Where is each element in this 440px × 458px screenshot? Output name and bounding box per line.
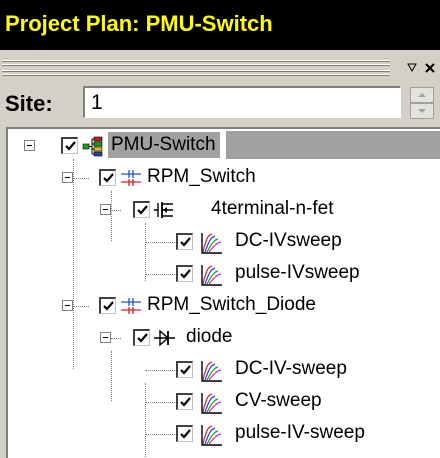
site-spinner[interactable] (410, 87, 434, 119)
nfet-transistor-icon (154, 202, 173, 218)
tree-item-label[interactable]: RPM_Switch (147, 166, 256, 188)
spinner-down-icon[interactable] (410, 103, 434, 119)
site-label: Site: (5, 91, 53, 116)
tree-item-label[interactable]: RPM_Switch_Diode (147, 294, 316, 316)
window-title: Project Plan: PMU-Switch (5, 11, 273, 36)
tree-item-diode[interactable]: diode (8, 323, 440, 355)
collapse-icon[interactable] (100, 332, 111, 343)
tree-connector (111, 210, 121, 212)
grip-line (2, 65, 390, 66)
iv-curve-icon (201, 393, 222, 414)
close-icon[interactable] (422, 60, 438, 76)
collapse-icon[interactable] (100, 204, 111, 215)
tree-connector (73, 178, 89, 180)
collapse-icon[interactable] (24, 140, 35, 151)
tree-item-label[interactable]: DC-IVsweep (235, 230, 342, 252)
title-bar: Project Plan: PMU-Switch (0, 0, 440, 50)
tree-item-label[interactable]: DC-IV-sweep (235, 358, 347, 380)
selection-highlight (226, 131, 440, 159)
tree-item-pulse-ivsweep[interactable]: pulse-IVsweep (8, 259, 440, 291)
grip-line (2, 71, 390, 72)
tree-item-label[interactable]: pulse-IVsweep (235, 262, 360, 284)
tree-item-dc-iv-sweep[interactable]: DC-IV-sweep (8, 355, 440, 387)
tree-connector (145, 402, 175, 404)
project-tree-icon (82, 136, 103, 157)
item-checkbox[interactable] (176, 425, 193, 442)
iv-curve-icon (201, 361, 222, 382)
iv-curve-icon (201, 233, 222, 254)
iv-curve-icon (201, 265, 222, 286)
item-checkbox[interactable] (61, 137, 78, 154)
rpm-switch-icon (121, 298, 141, 314)
tree-connector (73, 306, 89, 308)
spinner-up-icon[interactable] (410, 87, 434, 103)
tree-item-label[interactable]: diode (186, 326, 233, 348)
tree-connector (145, 434, 175, 436)
tree-connector (111, 338, 121, 340)
grip-line (2, 75, 390, 76)
tree-item-label[interactable]: 4terminal-n-fet (211, 198, 334, 220)
item-checkbox[interactable] (133, 201, 150, 218)
item-checkbox[interactable] (176, 361, 193, 378)
item-checkbox[interactable] (99, 169, 116, 186)
tree-item-label[interactable]: CV-sweep (235, 390, 322, 412)
item-checkbox[interactable] (176, 265, 193, 282)
tree-item-dc-ivsweep[interactable]: DC-IVsweep (8, 227, 440, 259)
site-number-field[interactable]: 1 (83, 86, 401, 118)
item-checkbox[interactable] (133, 329, 150, 346)
item-checkbox[interactable] (99, 297, 116, 314)
tree-item-label[interactable]: pulse-IV-sweep (235, 422, 365, 444)
diode-icon (154, 329, 175, 347)
iv-curve-icon (201, 425, 222, 446)
collapse-icon[interactable] (62, 300, 73, 311)
site-number-value[interactable]: 1 (91, 91, 103, 115)
tree-item-pulse-iv-sweep[interactable]: pulse-IV-sweep (8, 419, 440, 451)
tree-item-label[interactable]: PMU-Switch (108, 132, 220, 158)
pin-icon[interactable] (404, 60, 420, 76)
rpm-switch-icon (121, 170, 141, 186)
collapse-icon[interactable] (62, 172, 73, 183)
tree-item-rpm-switch[interactable]: RPM_Switch (8, 163, 440, 195)
tree-connector (145, 274, 175, 276)
tree-connector (145, 370, 175, 372)
panel-grip-bar[interactable] (0, 58, 440, 80)
tree-item-4terminal-n-fet[interactable]: 4terminal-n-fet (8, 195, 440, 227)
item-checkbox[interactable] (176, 233, 193, 250)
item-checkbox[interactable] (176, 393, 193, 410)
project-tree[interactable]: PMU-Switch RPM_Switch 4terminal-n-fet DC… (6, 127, 440, 458)
tree-item-cv-sweep[interactable]: CV-sweep (8, 387, 440, 419)
grip-line (2, 61, 390, 62)
tree-item-rpm-switch-diode[interactable]: RPM_Switch_Diode (8, 291, 440, 323)
tree-connector (145, 242, 175, 244)
